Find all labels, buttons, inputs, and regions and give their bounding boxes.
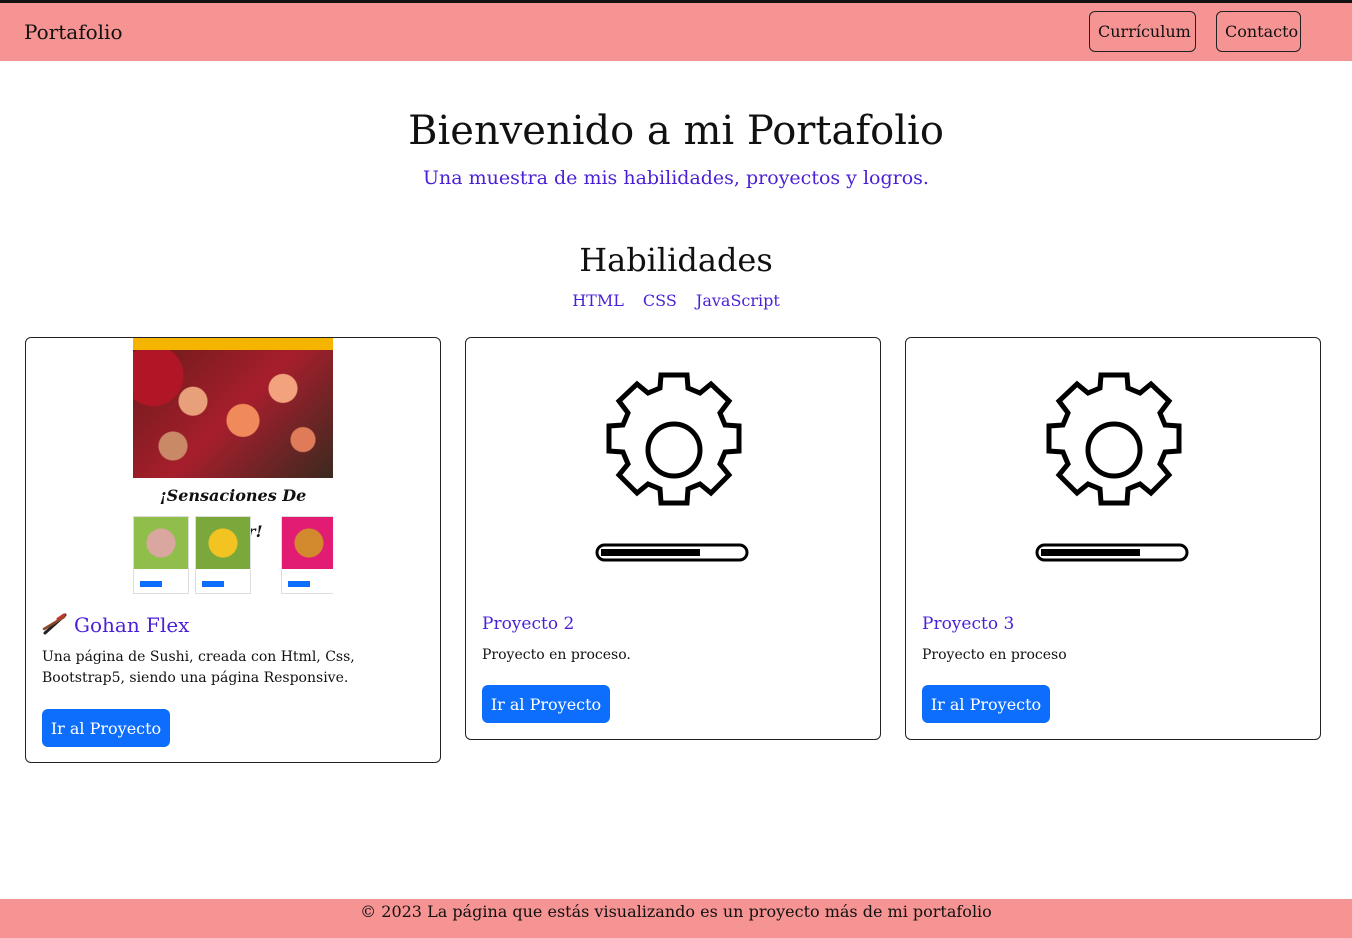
project-title[interactable]: Proyecto 3 (922, 614, 1014, 634)
project-description: Proyecto en proceso (922, 647, 1067, 663)
skill-css: CSS (642, 291, 677, 310)
sushi-photo (133, 350, 333, 478)
thumbnail-mini-card (133, 516, 189, 594)
gear-loading-icon (594, 370, 754, 566)
thumbnail-slogan: ¡Sensaciones De Sabor! (159, 486, 307, 541)
project-description: Proyecto en proceso. (482, 647, 631, 663)
thumbnail-mini-card (281, 516, 333, 594)
go-to-project-button[interactable]: Ir al Proyecto (42, 709, 170, 747)
skills-heading: Habilidades (579, 241, 773, 279)
footer-text: © 2023 La página que estás visualizando … (360, 902, 992, 921)
curriculum-button[interactable]: Currículum (1089, 11, 1196, 52)
project-title-text: Gohan Flex (74, 613, 190, 637)
thumbnail-header-band (133, 338, 333, 350)
project-card-gohan-flex: ¡Sensaciones De Sabor! Gohan Flex Una pá… (25, 337, 441, 763)
contact-button[interactable]: Contacto (1216, 11, 1301, 52)
page-title: Bienvenido a mi Portafolio (408, 108, 944, 154)
footer: © 2023 La página que estás visualizando … (0, 899, 1352, 938)
brand-link[interactable]: Portafolio (24, 20, 123, 44)
page-subtitle: Una muestra de mis habilidades, proyecto… (423, 167, 929, 189)
project-card-3: Proyecto 3 Proyecto en proceso Ir al Pro… (905, 337, 1321, 740)
project-title[interactable]: Gohan Flex (42, 613, 189, 637)
project-thumbnail: ¡Sensaciones De Sabor! (133, 338, 333, 599)
project-description: Una página de Sushi, creada con Html, Cs… (42, 649, 355, 686)
project-card-2: Proyecto 2 Proyecto en proceso. Ir al Pr… (465, 337, 881, 740)
project-title[interactable]: Proyecto 2 (482, 614, 574, 634)
skill-javascript: JavaScript (695, 291, 780, 310)
skills-list: HTML CSS JavaScript (0, 291, 1352, 310)
navbar: Portafolio Currículum Contacto (0, 0, 1352, 61)
go-to-project-button[interactable]: Ir al Proyecto (482, 685, 610, 723)
thumbnail-mini-card (195, 516, 251, 594)
skill-html: HTML (572, 291, 624, 310)
chopsticks-icon (42, 613, 68, 635)
go-to-project-button[interactable]: Ir al Proyecto (922, 685, 1050, 723)
gear-loading-icon (1034, 370, 1194, 566)
